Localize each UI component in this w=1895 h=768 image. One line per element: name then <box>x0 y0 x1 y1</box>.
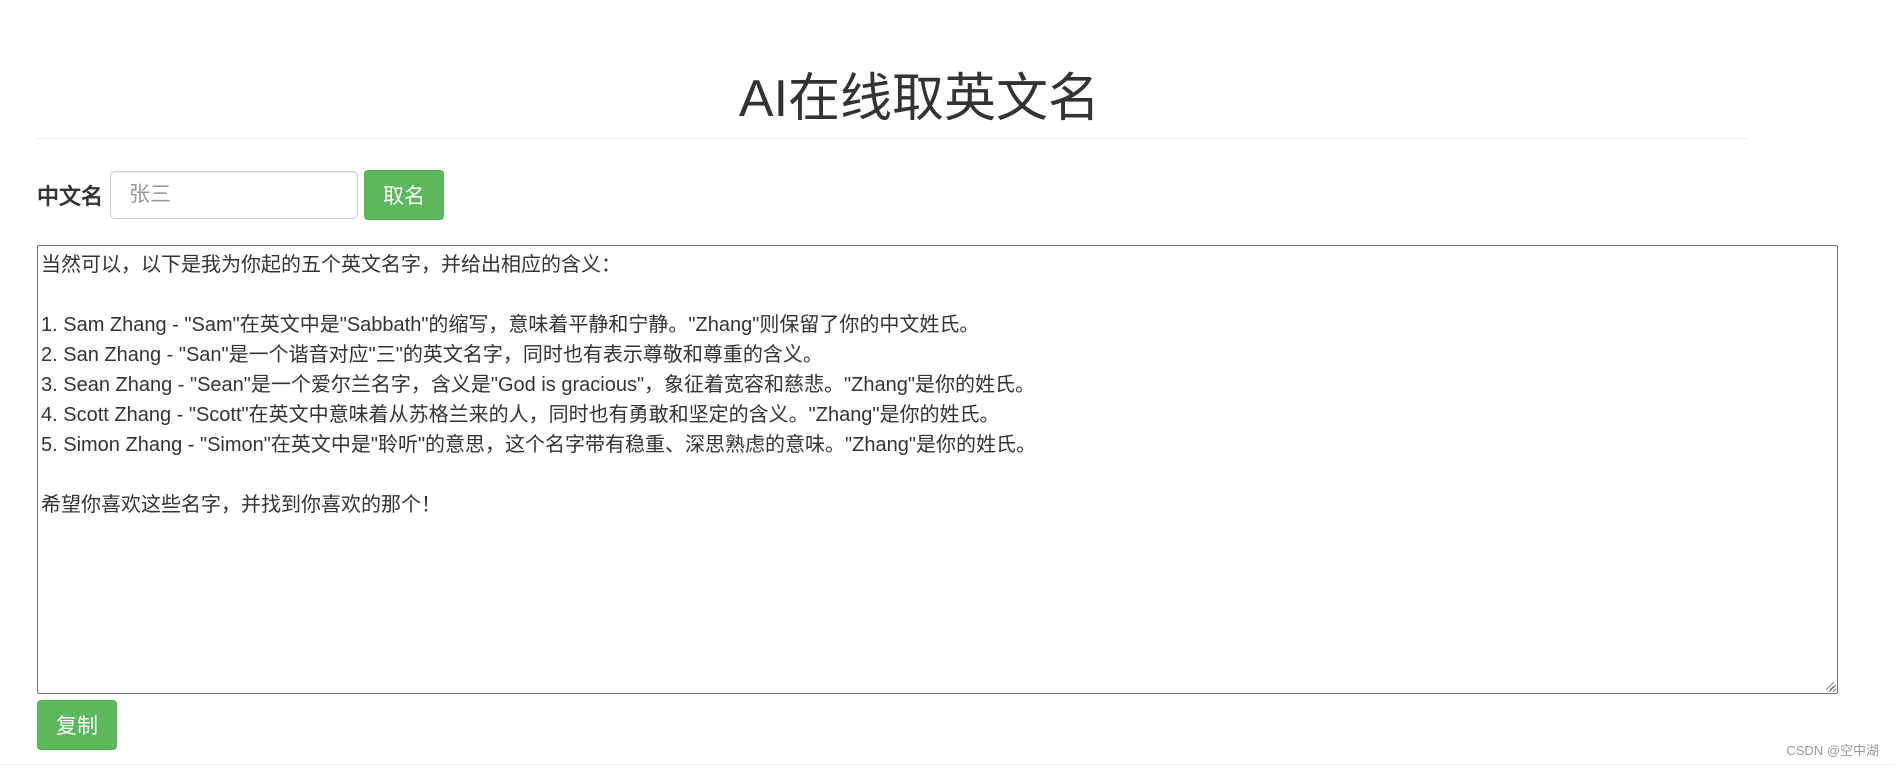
generate-name-button[interactable]: 取名 <box>364 170 445 220</box>
resize-grip-icon[interactable] <box>1823 679 1835 691</box>
result-line: 5. Simon Zhang - "Simon"在英文中是"聆听"的意思，这个名… <box>41 434 1036 456</box>
result-textarea[interactable]: 当然可以，以下是我为你起的五个英文名字，并给出相应的含义： 1. Sam Zha… <box>37 245 1838 694</box>
page: AI在线取英文名 中文名 取名 当然可以，以下是我为你起的五个英文名字，并给出相… <box>0 0 1895 768</box>
result-line: 希望你喜欢这些名字，并找到你喜欢的那个！ <box>41 494 441 516</box>
result-line: 当然可以，以下是我为你起的五个英文名字，并给出相应的含义： <box>41 254 621 276</box>
page-title: AI在线取英文名 <box>738 70 1101 128</box>
result-line <box>41 460 1834 490</box>
result-line <box>41 280 1834 310</box>
chinese-name-label: 中文名 <box>37 184 104 209</box>
watermark: CSDN @空中湖 <box>1786 743 1879 758</box>
result-line: 3. Sean Zhang - "Sean"是一个爱尔兰名字，含义是"God i… <box>41 374 1035 396</box>
result-line: 2. San Zhang - "San"是一个谐音对应"三"的英文名字，同时也有… <box>41 344 823 366</box>
copy-button[interactable]: 复制 <box>37 700 117 750</box>
bottom-divider <box>0 764 1895 765</box>
page-header: AI在线取英文名 <box>37 60 1747 139</box>
result-line: 4. Scott Zhang - "Scott"在英文中意味着从苏格兰来的人，同… <box>41 404 1000 426</box>
chinese-name-input[interactable] <box>110 171 359 219</box>
result-line: 1. Sam Zhang - "Sam"在英文中是"Sabbath"的缩写，意味… <box>41 314 980 336</box>
name-form: 中文名 取名 <box>37 168 445 222</box>
